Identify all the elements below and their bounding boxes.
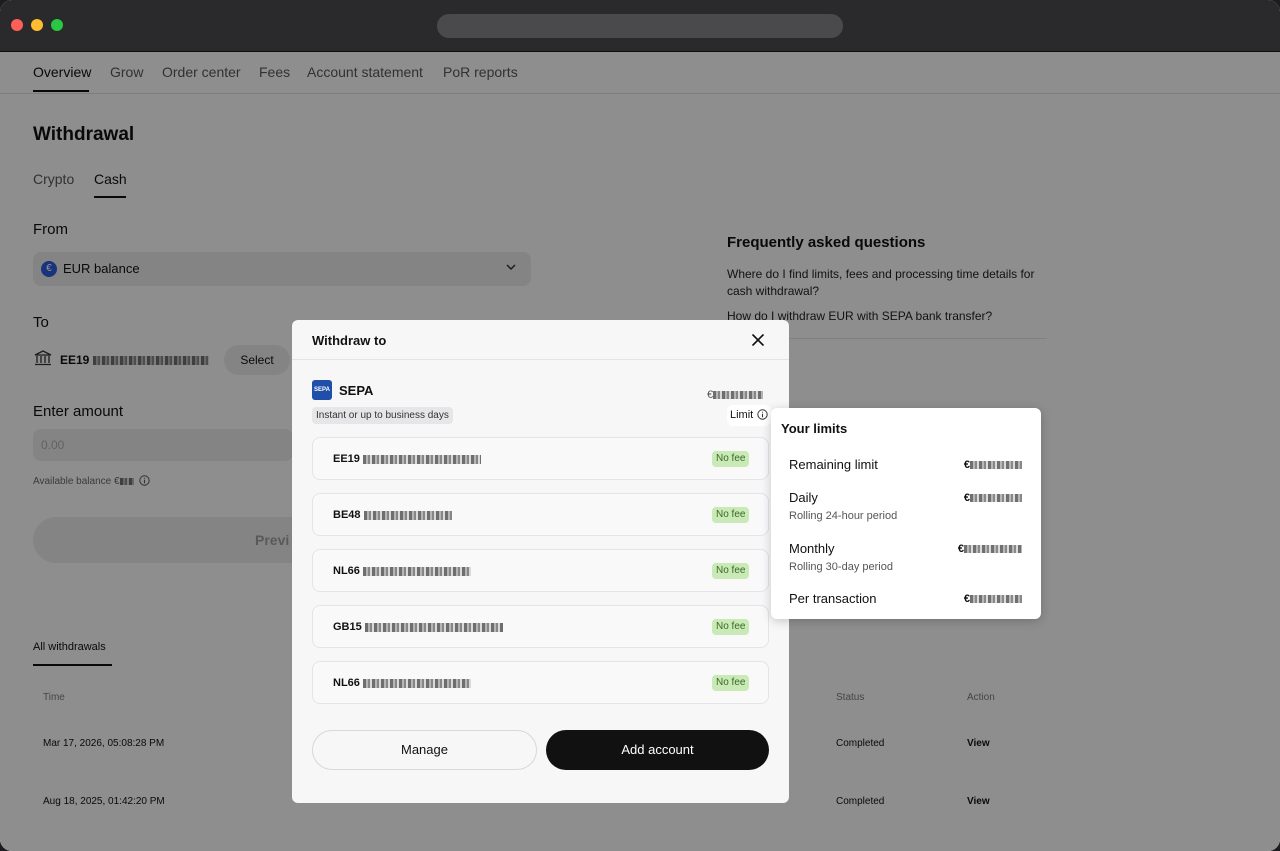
maximize-window-button[interactable] bbox=[51, 19, 63, 31]
no-fee-badge: No fee bbox=[712, 563, 750, 579]
daily-limit-label: Daily bbox=[789, 490, 818, 505]
no-fee-badge: No fee bbox=[712, 507, 750, 523]
no-fee-badge: No fee bbox=[712, 675, 750, 691]
add-account-button[interactable]: Add account bbox=[546, 730, 769, 770]
limits-title: Your limits bbox=[781, 421, 848, 436]
account-iban: BE48 bbox=[333, 509, 452, 521]
no-fee-badge: No fee bbox=[712, 451, 750, 467]
bank-account-item[interactable]: NL66 No fee bbox=[312, 661, 769, 704]
withdraw-to-modal: Withdraw to SEPA SEPA € Instant or up to… bbox=[292, 320, 789, 803]
per-transaction-label: Per transaction bbox=[789, 591, 877, 606]
bank-account-item[interactable]: GB15 No fee bbox=[312, 605, 769, 648]
modal-header: Withdraw to bbox=[292, 320, 789, 360]
account-iban: GB15 bbox=[333, 621, 503, 633]
monthly-limit-sub: Rolling 30-day period bbox=[789, 561, 893, 573]
daily-limit-value: € bbox=[964, 492, 1022, 504]
sepa-logo: SEPA bbox=[312, 380, 332, 400]
modal-title: Withdraw to bbox=[312, 333, 387, 348]
per-transaction-value: € bbox=[964, 593, 1022, 605]
method-amount: € bbox=[707, 389, 764, 401]
account-iban: NL66 bbox=[333, 677, 471, 689]
bank-account-item[interactable]: BE48 No fee bbox=[312, 493, 769, 536]
bank-account-item[interactable]: EE19 No fee bbox=[312, 437, 769, 480]
limits-popover: Your limits Remaining limit € Daily Roll… bbox=[771, 408, 1041, 619]
account-iban: EE19 bbox=[333, 453, 481, 465]
monthly-limit-label: Monthly bbox=[789, 541, 835, 556]
remaining-limit-value: € bbox=[964, 459, 1022, 471]
title-bar bbox=[0, 0, 1280, 52]
remaining-limit-label: Remaining limit bbox=[789, 457, 878, 472]
close-icon[interactable] bbox=[751, 333, 765, 347]
processing-time-badge: Instant or up to business days bbox=[312, 407, 453, 424]
address-bar[interactable] bbox=[437, 14, 843, 38]
limit-button[interactable]: Limit bbox=[727, 405, 771, 426]
browser-window: Overview Grow Order center Fees Account … bbox=[0, 0, 1280, 851]
monthly-limit-value: € bbox=[958, 543, 1022, 555]
daily-limit-sub: Rolling 24-hour period bbox=[789, 510, 898, 522]
method-name: SEPA bbox=[339, 383, 374, 398]
no-fee-badge: No fee bbox=[712, 619, 750, 635]
close-window-button[interactable] bbox=[11, 19, 23, 31]
bank-account-item[interactable]: NL66 No fee bbox=[312, 549, 769, 592]
info-icon bbox=[757, 409, 768, 420]
manage-button[interactable]: Manage bbox=[312, 730, 537, 770]
limit-label: Limit bbox=[730, 409, 754, 421]
account-iban: NL66 bbox=[333, 565, 471, 577]
minimize-window-button[interactable] bbox=[31, 19, 43, 31]
